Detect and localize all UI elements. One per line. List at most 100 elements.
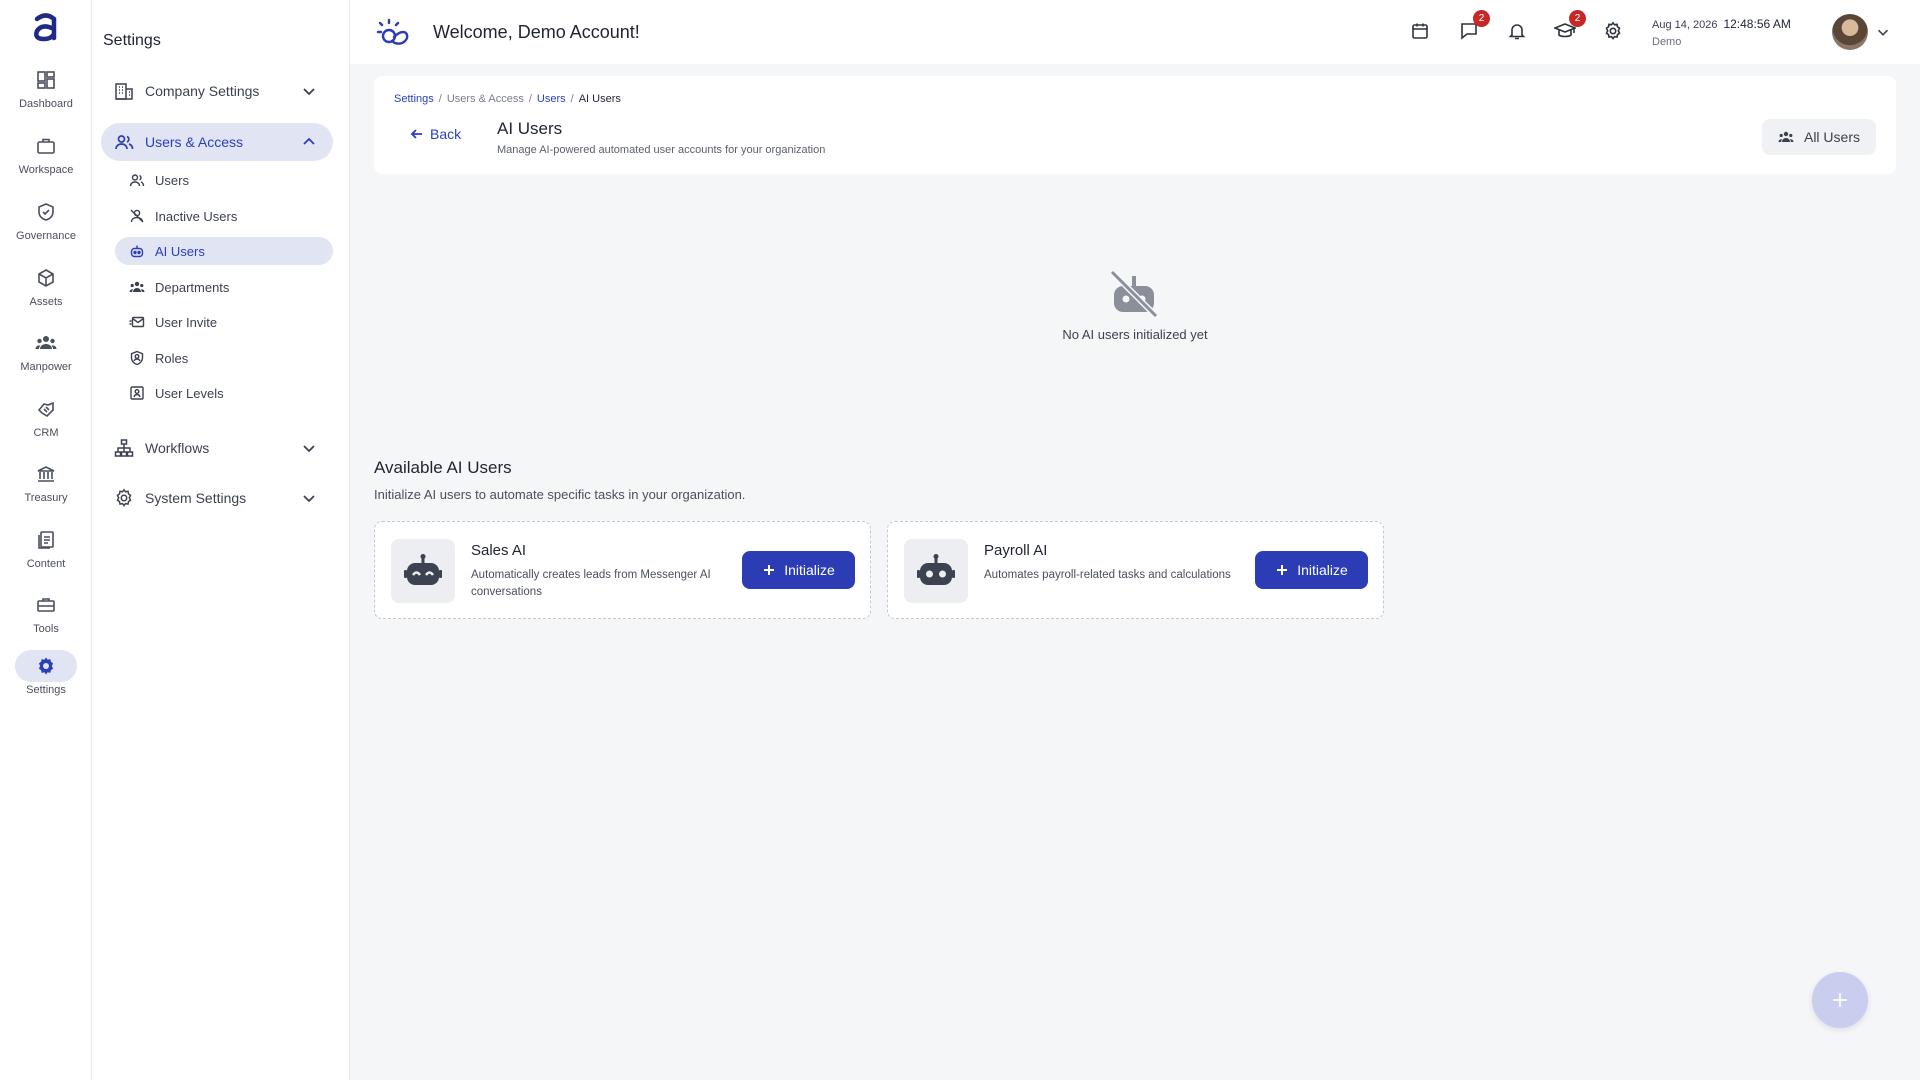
app-logo-icon[interactable] <box>28 10 64 46</box>
gear-icon <box>15 650 77 682</box>
back-button[interactable]: Back <box>410 126 461 142</box>
rail-item-treasury[interactable]: Treasury <box>0 458 92 518</box>
date-text: Aug 14, 2026 <box>1652 19 1718 31</box>
group-label: System Settings <box>145 490 247 506</box>
ai-user-description: Automates payroll-related tasks and calc… <box>984 569 1231 581</box>
rail-item-content[interactable]: Content <box>0 524 92 584</box>
initialize-label: Initialize <box>1297 562 1348 578</box>
group-icon <box>1778 131 1794 142</box>
sub-item-label: User Invite <box>155 314 218 330</box>
robot-icon <box>129 243 145 259</box>
chevron-down-icon[interactable] <box>1874 23 1892 41</box>
rail-item-assets[interactable]: Assets <box>0 262 92 322</box>
settings-panel-title: Settings <box>103 32 161 49</box>
calendar-icon <box>1412 23 1428 39</box>
initialize-payroll-ai-button[interactable]: Initialize <box>1255 551 1368 589</box>
breadcrumb: Settings / Users & Access / Users / AI U… <box>394 93 621 105</box>
all-users-label: All Users <box>1803 129 1860 145</box>
toolbox-icon <box>15 589 77 621</box>
notifications-button[interactable] <box>1504 18 1530 44</box>
page-header-card: Settings / Users & Access / Users / AI U… <box>374 76 1896 174</box>
sub-item-roles[interactable]: Roles <box>115 344 333 372</box>
group-company-settings[interactable]: Company Settings <box>101 72 333 110</box>
breadcrumb-users-access: Users & Access <box>446 93 524 105</box>
rail-item-dashboard[interactable]: Dashboard <box>0 64 92 124</box>
user-name: Demo <box>1652 36 1682 48</box>
empty-state-text: No AI users initialized yet <box>1062 327 1208 342</box>
rail-item-governance[interactable]: Governance <box>0 196 92 256</box>
rail-item-settings[interactable]: Settings <box>0 650 92 710</box>
initialize-sales-ai-button[interactable]: Initialize <box>742 551 855 589</box>
plus-icon <box>1833 993 1847 1007</box>
building-icon <box>113 80 135 102</box>
page-title: AI Users <box>497 119 563 138</box>
shield-check-icon <box>15 196 77 228</box>
sub-item-ai-users[interactable]: AI Users <box>115 237 333 265</box>
breadcrumb-separator: / <box>438 93 442 105</box>
group-label: Users & Access <box>145 134 244 150</box>
back-label: Back <box>430 126 462 142</box>
sub-item-label: AI Users <box>155 243 205 259</box>
ai-user-name: Payroll AI <box>984 542 1048 559</box>
sub-item-inactive-users[interactable]: Inactive Users <box>115 202 333 230</box>
rail-item-crm[interactable]: CRM <box>0 393 92 453</box>
rail-label: Manpower <box>20 361 72 373</box>
rail-label: Content <box>26 558 66 570</box>
page-subtitle: Manage AI-powered automated user account… <box>497 144 826 156</box>
ai-user-card-payroll: Payroll AI Automates payroll-related tas… <box>887 521 1384 619</box>
group-label: Workflows <box>145 440 210 456</box>
arrow-left-icon <box>410 129 422 139</box>
role-badge-icon <box>129 350 145 366</box>
rail-label: Treasury <box>24 492 68 504</box>
sub-item-users[interactable]: Users <box>115 166 333 194</box>
floating-add-button[interactable] <box>1812 972 1868 1028</box>
rail-label: Workspace <box>18 164 74 176</box>
bell-icon <box>1508 24 1526 40</box>
sub-item-user-invite[interactable]: User Invite <box>115 308 333 336</box>
sub-item-user-levels[interactable]: User Levels <box>115 379 333 407</box>
plus-icon <box>764 565 775 575</box>
sub-item-departments[interactable]: Departments <box>115 273 333 301</box>
rail-label: Dashboard <box>19 98 73 110</box>
ai-user-card-sales: Sales AI Automatically creates leads fro… <box>374 521 871 619</box>
learning-badge: 2 <box>1569 10 1586 27</box>
chevron-up-icon <box>299 132 319 152</box>
breadcrumb-current: AI Users <box>578 93 621 105</box>
time-text: 12:48:56 AM <box>1723 17 1791 31</box>
breadcrumb-separator: / <box>528 93 532 105</box>
rail-item-manpower[interactable]: Manpower <box>0 327 92 387</box>
app-rail: Dashboard Workspace Governance Assets Ma… <box>0 0 92 1080</box>
document-icon <box>15 524 77 556</box>
breadcrumb-settings[interactable]: Settings <box>394 93 434 105</box>
group-workflows[interactable]: Workflows <box>101 429 333 467</box>
user-off-icon <box>129 208 145 224</box>
people-icon <box>15 327 77 359</box>
rail-label: Settings <box>26 684 66 696</box>
robot-icon <box>904 539 968 603</box>
messages-button[interactable]: 2 <box>1456 10 1490 44</box>
sitemap-icon <box>113 437 135 459</box>
mail-invite-icon <box>129 314 145 330</box>
rail-item-workspace[interactable]: Workspace <box>0 130 92 190</box>
group-users-access[interactable]: Users & Access <box>101 123 333 161</box>
calendar-button[interactable] <box>1407 18 1433 44</box>
group-system-settings[interactable]: System Settings <box>101 479 333 517</box>
breadcrumb-separator: / <box>570 93 574 105</box>
sub-item-label: Departments <box>155 279 230 295</box>
gear-icon <box>1605 21 1621 40</box>
avatar[interactable] <box>1832 14 1868 50</box>
rail-item-tools[interactable]: Tools <box>0 589 92 649</box>
welcome-title: Welcome, Demo Account! <box>433 22 640 42</box>
handshake-icon <box>15 393 77 425</box>
breadcrumb-users[interactable]: Users <box>537 93 566 105</box>
dashboard-icon <box>15 64 77 96</box>
rail-label: Tools <box>33 623 59 635</box>
initialize-label: Initialize <box>784 562 835 578</box>
chevron-down-icon <box>299 438 319 458</box>
bank-icon <box>15 458 77 490</box>
sub-item-label: Roles <box>155 350 189 366</box>
learning-button[interactable]: 2 <box>1552 10 1586 44</box>
all-users-button[interactable]: All Users <box>1761 119 1876 155</box>
header-settings-button[interactable] <box>1600 18 1626 44</box>
brand-logo-icon[interactable] <box>376 16 410 50</box>
